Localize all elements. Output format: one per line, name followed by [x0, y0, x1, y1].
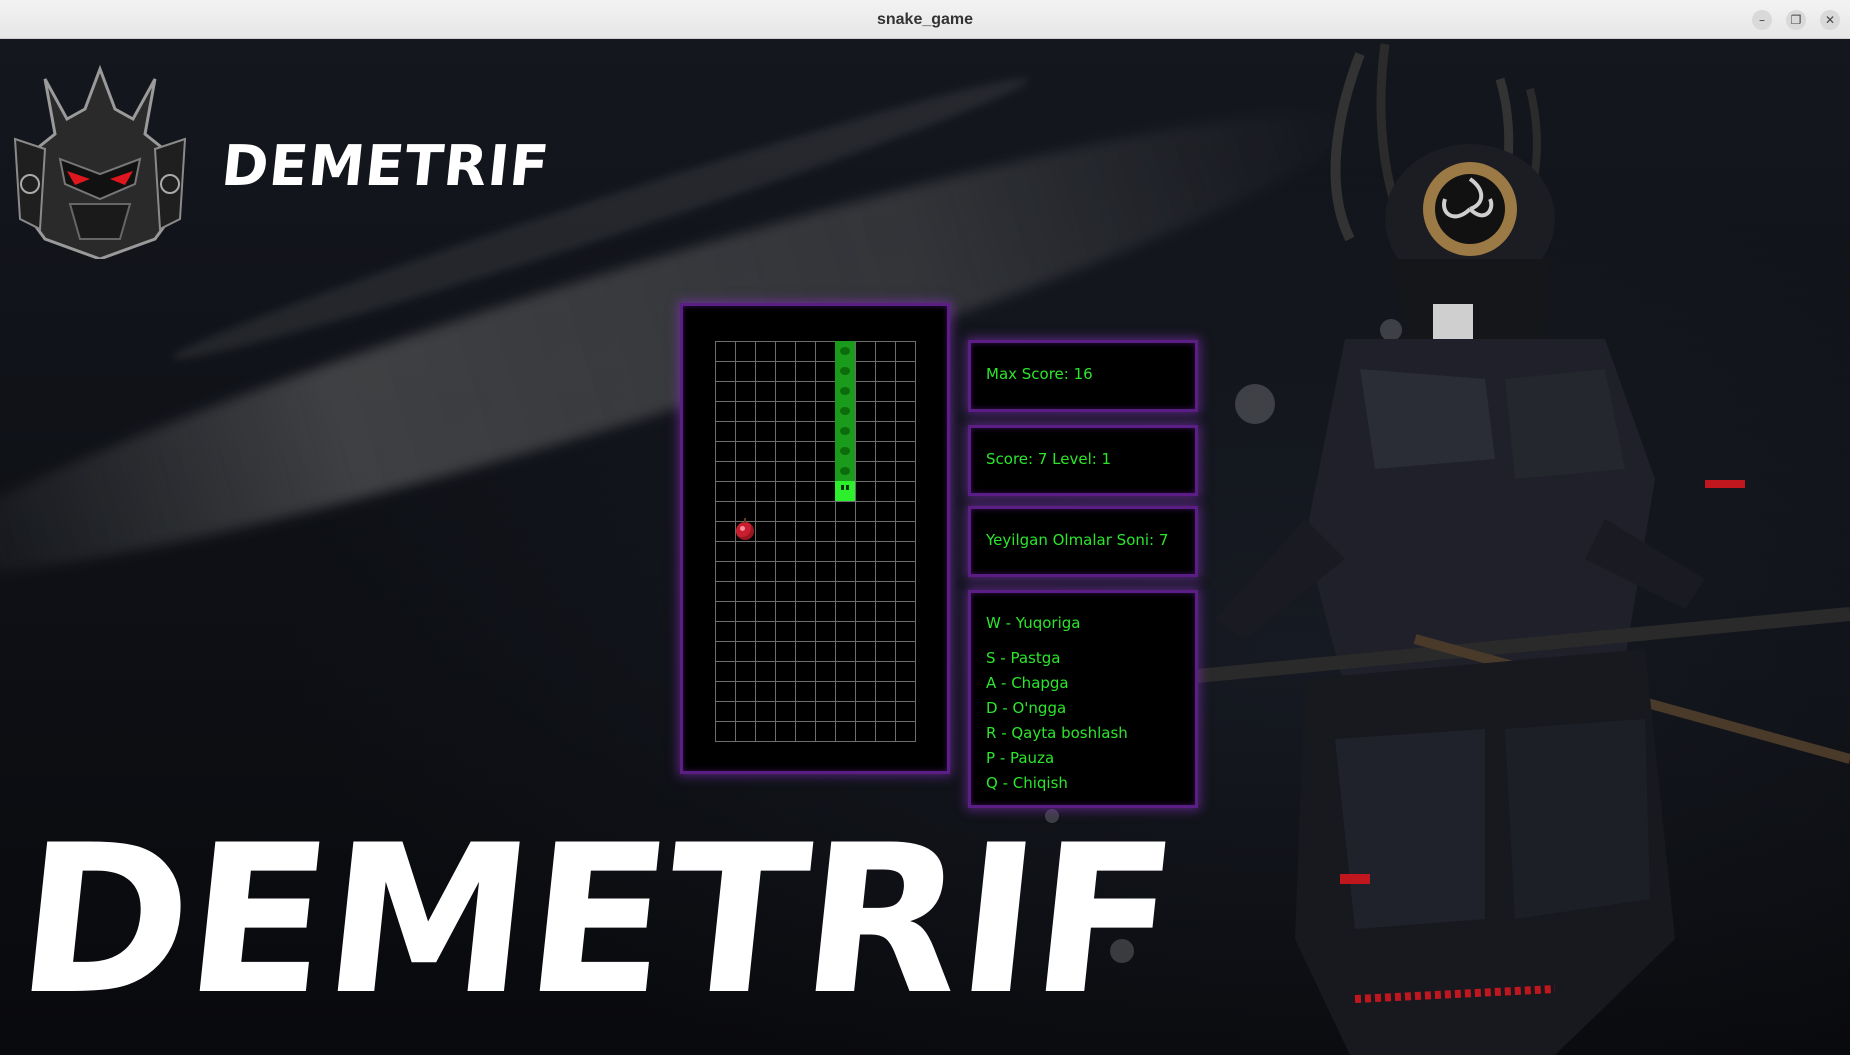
control-up: W - Yuqoriga — [986, 614, 1081, 632]
score-level-panel: Score: 7 Level: 1 — [968, 425, 1198, 496]
apple-icon — [736, 518, 754, 540]
brand-title-small: DEMETRIF — [218, 134, 553, 199]
snake-eye — [846, 485, 849, 490]
samurai-figure-image — [1185, 43, 1850, 1055]
control-quit: Q - Chiqish — [986, 774, 1068, 792]
snake-body-segment — [835, 421, 855, 441]
score-level-text: Score: 7 Level: 1 — [986, 450, 1112, 468]
snake-body-segment — [835, 461, 855, 481]
close-icon[interactable]: ✕ — [1820, 10, 1840, 30]
snake-body-segment — [835, 441, 855, 461]
snake-eye — [841, 485, 844, 490]
controls-list: W - Yuqoriga S - Pastga A - Chapga D - O… — [986, 611, 1128, 796]
snake-body-segment — [835, 401, 855, 421]
control-restart: R - Qayta boshlash — [986, 724, 1128, 742]
game-board-panel — [680, 303, 950, 774]
window-titlebar: snake_game – ❐ ✕ — [0, 0, 1850, 39]
max-score-panel: Max Score: 16 — [968, 340, 1198, 412]
control-left: A - Chapga — [986, 674, 1069, 692]
max-score-text: Max Score: 16 — [986, 365, 1093, 383]
control-pause: P - Pauza — [986, 749, 1055, 767]
samurai-mask-logo — [13, 64, 187, 259]
snake-head — [835, 481, 855, 501]
snake-body-segment — [835, 361, 855, 381]
snake-body-segment — [835, 341, 855, 361]
brand-title-large: DEMETRIF — [7, 802, 1185, 1040]
control-down: S - Pastga — [986, 649, 1061, 667]
snake-body-segment — [835, 381, 855, 401]
game-grid[interactable] — [715, 341, 916, 742]
window-title: snake_game — [876, 11, 974, 28]
minimize-icon[interactable]: – — [1752, 10, 1772, 30]
controls-panel: W - Yuqoriga S - Pastga A - Chapga D - O… — [968, 590, 1198, 808]
eaten-apples-panel: Yeyilgan Olmalar Soni: 7 — [968, 506, 1198, 577]
control-right: D - O'ngga — [986, 699, 1067, 717]
restore-icon[interactable]: ❐ — [1786, 10, 1806, 30]
eaten-apples-text: Yeyilgan Olmalar Soni: 7 — [986, 531, 1169, 549]
